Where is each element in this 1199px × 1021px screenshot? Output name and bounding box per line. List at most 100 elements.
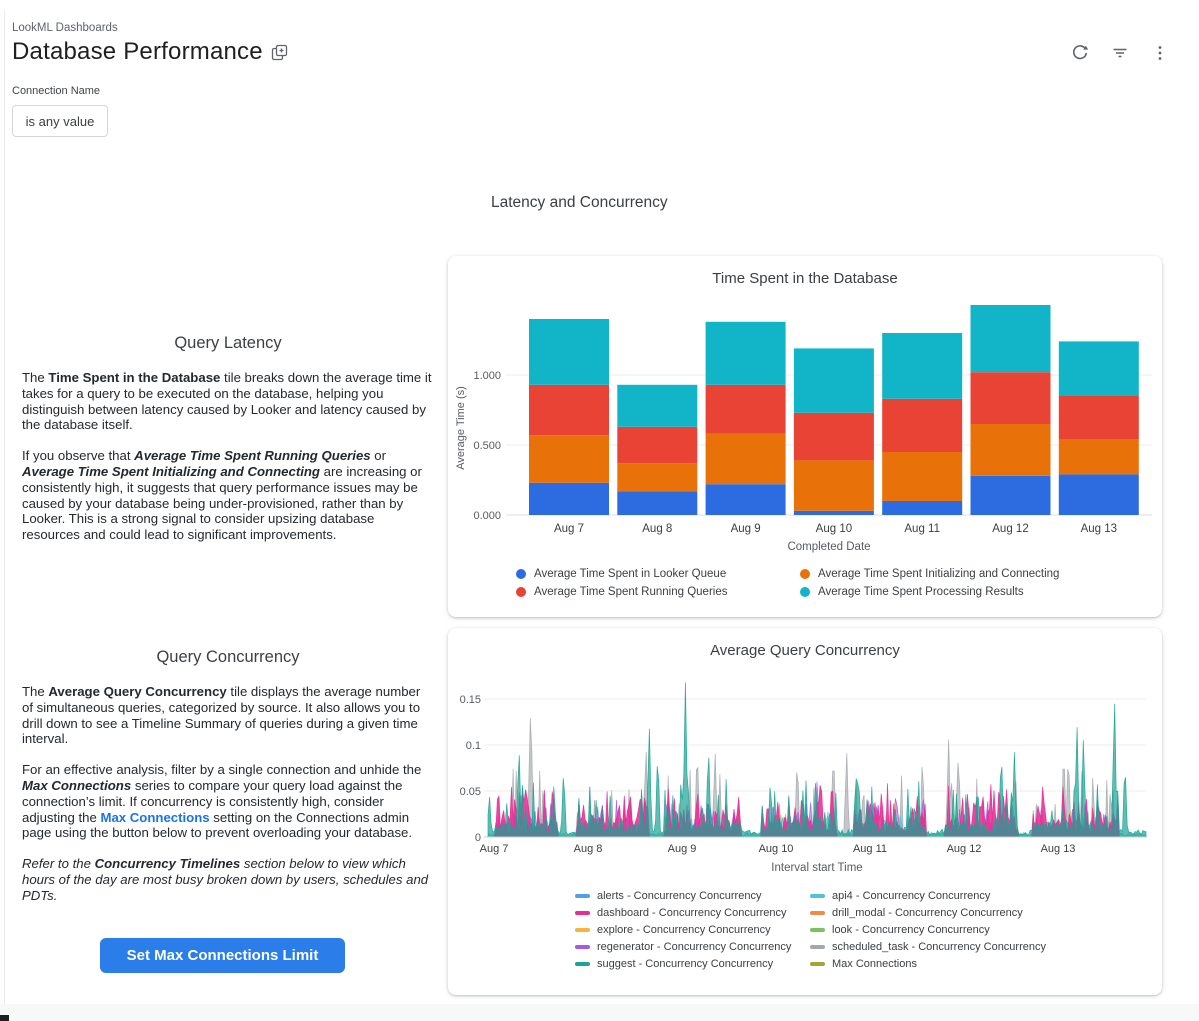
legend-item[interactable]: look - Concurrency Concurrency xyxy=(810,924,990,936)
section-title: Latency and Concurrency xyxy=(491,194,668,212)
legend-item[interactable]: Average Time Spent Processing Results xyxy=(800,586,1024,598)
svg-text:Aug 13: Aug 13 xyxy=(1041,843,1076,855)
tile-average-query-concurrency: Average Query Concurrency 00.050.10.15Au… xyxy=(448,628,1162,995)
legend-label: scheduled_task - Concurrency Concurrency xyxy=(832,941,1046,953)
bar-segment[interactable] xyxy=(529,319,609,385)
legend-item[interactable]: Average Time Spent Running Queries xyxy=(516,586,727,598)
area-series[interactable] xyxy=(488,682,1146,837)
concurrency-paragraph-2: For an effective analysis, filter by a s… xyxy=(22,762,434,841)
legend-label: api4 - Concurrency Concurrency xyxy=(832,890,990,902)
legend-dot xyxy=(516,587,526,597)
legend-swatch xyxy=(575,894,590,898)
bar-segment[interactable] xyxy=(794,413,874,461)
bar-segment[interactable] xyxy=(617,385,697,427)
legend-swatch xyxy=(575,911,590,915)
legend-swatch xyxy=(575,945,590,949)
svg-text:Average Time (s): Average Time (s) xyxy=(455,386,467,470)
more-vert-icon[interactable] xyxy=(1149,42,1171,64)
bar-segment[interactable] xyxy=(1059,396,1139,439)
bar-segment[interactable] xyxy=(794,511,874,515)
legend-swatch xyxy=(575,962,590,966)
query-latency-block: Query Latency The Time Spent in the Data… xyxy=(22,334,434,558)
legend-dot xyxy=(800,587,810,597)
svg-text:Aug 7: Aug 7 xyxy=(554,523,584,535)
concurrency-area-chart[interactable]: 00.050.10.15Aug 7Aug 8Aug 9Aug 10Aug 11A… xyxy=(448,628,1162,880)
breadcrumb[interactable]: LookML Dashboards xyxy=(12,22,118,34)
svg-text:Aug 12: Aug 12 xyxy=(947,843,982,855)
svg-text:0.500: 0.500 xyxy=(473,440,501,452)
legend-item[interactable]: Max Connections xyxy=(810,958,917,970)
bar-segment[interactable] xyxy=(529,483,609,515)
latency-bar-chart[interactable]: 0.0000.5001.000Aug 7Aug 8Aug 9Aug 10Aug … xyxy=(448,256,1162,556)
legend-item[interactable]: suggest - Concurrency Concurrency xyxy=(575,958,773,970)
set-max-connections-button[interactable]: Set Max Connections Limit xyxy=(100,938,345,973)
svg-text:1.000: 1.000 xyxy=(473,370,501,382)
bar-segment[interactable] xyxy=(529,385,609,435)
tile-time-spent-in-database: Time Spent in the Database 0.0000.5001.0… xyxy=(448,256,1162,617)
svg-text:Aug 9: Aug 9 xyxy=(668,843,697,855)
svg-text:Aug 8: Aug 8 xyxy=(642,523,672,535)
svg-text:Aug 11: Aug 11 xyxy=(853,843,887,855)
max-connections-link[interactable]: Max Connections xyxy=(100,810,209,825)
latency-paragraph-2: If you observe that Average Time Spent R… xyxy=(22,448,434,543)
svg-text:Aug 13: Aug 13 xyxy=(1081,523,1117,535)
filter-label: Connection Name xyxy=(12,85,100,97)
svg-text:0.15: 0.15 xyxy=(460,694,481,706)
bar-segment[interactable] xyxy=(971,476,1051,515)
legend-label: explore - Concurrency Concurrency xyxy=(597,924,771,936)
bar-segment[interactable] xyxy=(794,348,874,412)
legend-label: Average Time Spent Running Queries xyxy=(534,586,727,598)
concurrency-paragraph-3: Refer to the Concurrency Timelines secti… xyxy=(22,856,434,903)
bar-segment[interactable] xyxy=(617,427,697,463)
legend-item[interactable]: scheduled_task - Concurrency Concurrency xyxy=(810,941,1046,953)
footer-strip xyxy=(0,1004,1199,1021)
bar-segment[interactable] xyxy=(971,372,1051,424)
legend-item[interactable]: drill_modal - Concurrency Concurrency xyxy=(810,907,1023,919)
legend-item[interactable]: alerts - Concurrency Concurrency xyxy=(575,890,761,902)
legend-swatch xyxy=(810,894,825,898)
svg-text:Aug 10: Aug 10 xyxy=(759,843,794,855)
bar-segment[interactable] xyxy=(617,463,697,491)
svg-text:Aug 10: Aug 10 xyxy=(816,523,852,535)
bar-segment[interactable] xyxy=(971,424,1051,476)
legend-item[interactable]: regenerator - Concurrency Concurrency xyxy=(575,941,791,953)
bar-segment[interactable] xyxy=(882,501,962,515)
legend-label: Average Time Spent Initializing and Conn… xyxy=(818,568,1059,580)
bar-segment[interactable] xyxy=(617,491,697,515)
legend-item[interactable]: Average Time Spent Initializing and Conn… xyxy=(800,568,1059,580)
connection-name-filter[interactable]: is any value xyxy=(12,105,108,137)
page-left-rule xyxy=(4,10,5,1004)
svg-text:Aug 8: Aug 8 xyxy=(574,843,603,855)
page-title-text: Database Performance xyxy=(12,38,263,66)
bar-segment[interactable] xyxy=(1059,474,1139,515)
legend-label: Max Connections xyxy=(832,958,917,970)
legend-item[interactable]: explore - Concurrency Concurrency xyxy=(575,924,771,936)
legend-item[interactable]: Average Time Spent in Looker Queue xyxy=(516,568,726,580)
bar-segment[interactable] xyxy=(882,399,962,452)
bar-segment[interactable] xyxy=(706,484,786,515)
bar-segment[interactable] xyxy=(1059,341,1139,396)
bar-segment[interactable] xyxy=(794,460,874,510)
refresh-icon[interactable] xyxy=(1069,42,1091,64)
bar-segment[interactable] xyxy=(1059,439,1139,474)
svg-text:0.05: 0.05 xyxy=(460,786,481,798)
bar-segment[interactable] xyxy=(882,452,962,501)
filter-icon[interactable] xyxy=(1109,42,1131,64)
bar-segment[interactable] xyxy=(882,333,962,399)
legend-swatch xyxy=(575,928,590,932)
bar-segment[interactable] xyxy=(706,322,786,385)
legend-swatch xyxy=(810,962,825,966)
bar-segment[interactable] xyxy=(529,435,609,483)
legend-swatch xyxy=(810,911,825,915)
latency-paragraph-1: The Time Spent in the Database tile brea… xyxy=(22,370,434,433)
svg-text:Aug 7: Aug 7 xyxy=(480,843,509,855)
bar-segment[interactable] xyxy=(706,434,786,484)
copy-dashboard-icon[interactable] xyxy=(271,44,288,61)
legend-label: suggest - Concurrency Concurrency xyxy=(597,958,773,970)
legend-label: alerts - Concurrency Concurrency xyxy=(597,890,761,902)
legend-item[interactable]: dashboard - Concurrency Concurrency xyxy=(575,907,787,919)
legend-item[interactable]: api4 - Concurrency Concurrency xyxy=(810,890,990,902)
legend-label: Average Time Spent Processing Results xyxy=(818,586,1024,598)
bar-segment[interactable] xyxy=(706,385,786,434)
bar-segment[interactable] xyxy=(971,305,1051,372)
